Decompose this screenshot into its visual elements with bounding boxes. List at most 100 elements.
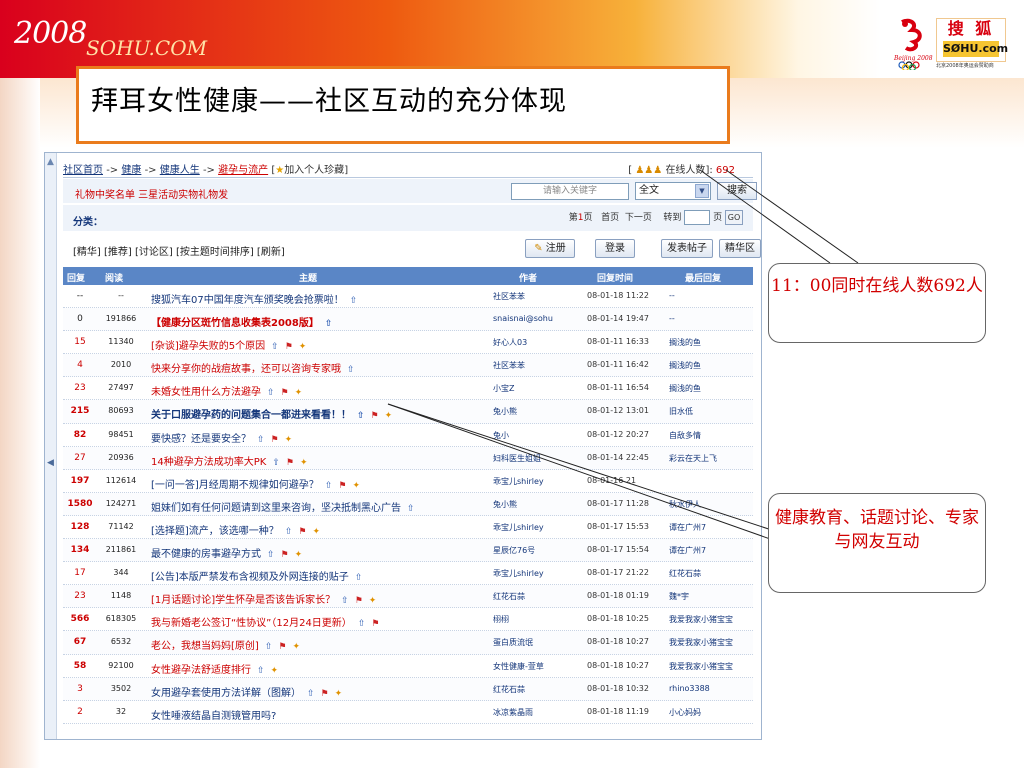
- header-read[interactable]: 阅读: [105, 271, 123, 284]
- topic-title[interactable]: 要快感？还是要安全？ ⇧ ⚑ ✦: [151, 430, 292, 445]
- author[interactable]: 乖宝儿shirley: [493, 476, 544, 487]
- author[interactable]: 好心人03: [493, 337, 527, 348]
- search-input[interactable]: 请输入关键字: [511, 183, 629, 200]
- last-reply[interactable]: 红花石蒜: [669, 568, 701, 579]
- author[interactable]: 女性健康-萱草: [493, 661, 544, 672]
- prize-link[interactable]: 礼物中奖名单 三星活动实物礼物发: [75, 186, 228, 201]
- topic-text[interactable]: 要快感？还是要安全？: [151, 434, 251, 445]
- author[interactable]: 红花石蒜: [493, 591, 525, 602]
- topic-text[interactable]: [公告]本版严禁发布含视频及外网连接的贴子: [151, 572, 349, 583]
- collapse-arrow-icon[interactable]: ◀: [47, 458, 54, 468]
- topic-text[interactable]: 女性唾液结晶自测镜管用吗?: [151, 711, 276, 722]
- last-reply[interactable]: --: [669, 314, 675, 323]
- topic-title[interactable]: [杂谈]避孕失败的5个原因 ⇧ ⚑ ✦: [151, 337, 306, 352]
- author[interactable]: snaisnai@sohu: [493, 314, 553, 323]
- topic-title[interactable]: 关于口服避孕药的问题集合一都进来看看！！ ⇧ ⚑ ✦: [151, 406, 392, 421]
- header-author[interactable]: 作者: [519, 271, 537, 284]
- last-reply[interactable]: 魏*宇: [669, 591, 689, 602]
- pager-first[interactable]: 首页: [601, 213, 619, 223]
- last-reply[interactable]: 小心妈妈: [669, 707, 701, 718]
- topic-text[interactable]: 【健康分区斑竹信息收集表2008版】: [151, 318, 319, 329]
- last-reply[interactable]: 旧水低: [669, 406, 693, 417]
- search-scope-select[interactable]: 全文 ▼: [635, 182, 711, 200]
- breadcrumb-home[interactable]: 社区首页: [63, 165, 103, 176]
- digest-button[interactable]: 精华区: [719, 239, 761, 258]
- last-reply[interactable]: 秋水伊人: [669, 499, 701, 510]
- topic-text[interactable]: 快来分享你的战痘故事，还可以咨询专家哦: [151, 364, 341, 375]
- topic-title[interactable]: [一问一答]月经周期不规律如何避孕？ ⇧ ⚑ ✦: [151, 476, 360, 491]
- author[interactable]: 蛋白质流氓: [493, 637, 533, 648]
- topic-title[interactable]: 女性唾液结晶自测镜管用吗?: [151, 707, 276, 722]
- topic-text[interactable]: 姐妹们如有任何问题请到这里来咨询，坚决抵制黑心广告: [151, 503, 401, 514]
- search-button[interactable]: 搜索: [717, 182, 757, 200]
- topic-text[interactable]: 关于口服避孕药的问题集合一都进来看看！！: [151, 410, 351, 421]
- topic-title[interactable]: 老公，我想当妈妈[原创] ⇧ ⚑ ✦: [151, 637, 300, 652]
- breadcrumb-life[interactable]: 健康人生: [160, 165, 200, 176]
- topic-text[interactable]: 老公，我想当妈妈[原创]: [151, 641, 259, 652]
- topic-title[interactable]: 姐妹们如有任何问题请到这里来咨询，坚决抵制黑心广告 ⇧: [151, 499, 415, 514]
- last-reply[interactable]: 搁浅的鱼: [669, 383, 701, 394]
- last-reply[interactable]: 搁浅的鱼: [669, 360, 701, 371]
- topic-title[interactable]: [公告]本版严禁发布含视频及外网连接的贴子 ⇧: [151, 568, 362, 583]
- topic-text[interactable]: 女性避孕法舒适度排行: [151, 665, 251, 676]
- topic-text[interactable]: [1月话题讨论]学生怀孕是否该告诉家长？: [151, 595, 335, 606]
- last-reply[interactable]: 谭在广州7: [669, 522, 706, 533]
- topic-text[interactable]: [选择题]流产，该选哪一种？: [151, 526, 279, 537]
- topic-text[interactable]: 我与新婚老公签订“性协议”（12月24日更新）: [151, 618, 352, 629]
- author[interactable]: 兔小熊: [493, 406, 517, 417]
- pager-next[interactable]: 下一页: [625, 213, 652, 223]
- author[interactable]: 妇科医生姐姐: [493, 453, 541, 464]
- topic-title[interactable]: 14种避孕方法成功率大PK ⇧ ⚑ ✦: [151, 453, 307, 468]
- topic-title[interactable]: 搜狐汽车07中国年度汽车颁奖晚会抢票啦！ ⇧: [151, 291, 357, 306]
- last-reply[interactable]: 谭在广州7: [669, 545, 706, 556]
- author[interactable]: 星辰亿76号: [493, 545, 535, 556]
- left-scrollbar[interactable]: ▲ ◀: [45, 153, 57, 739]
- author[interactable]: 栩栩: [493, 614, 509, 625]
- author[interactable]: 社区苯苯: [493, 291, 525, 302]
- chevron-down-icon[interactable]: ▼: [695, 184, 709, 198]
- last-reply[interactable]: 搁浅的鱼: [669, 337, 701, 348]
- topic-text[interactable]: 搜狐汽车07中国年度汽车颁奖晚会抢票啦！: [151, 295, 344, 306]
- author[interactable]: 乖宝儿shirley: [493, 522, 544, 533]
- author[interactable]: 乖宝儿shirley: [493, 568, 544, 579]
- header-reply-time[interactable]: 回复时间: [597, 271, 633, 284]
- last-reply[interactable]: 我爱我家小猪宝宝: [669, 637, 733, 648]
- scroll-arrow-icon[interactable]: ▲: [47, 157, 54, 167]
- last-reply[interactable]: 自敌多情: [669, 430, 701, 441]
- author[interactable]: 红花石蒜: [493, 684, 525, 695]
- header-reply[interactable]: 回复: [67, 271, 85, 284]
- author[interactable]: 冰凉紫晶雨: [493, 707, 533, 718]
- author[interactable]: 兔小熊: [493, 499, 517, 510]
- topic-title[interactable]: 【健康分区斑竹信息收集表2008版】 ⇧: [151, 314, 332, 329]
- login-button[interactable]: 登录: [595, 239, 635, 258]
- topic-text[interactable]: 14种避孕方法成功率大PK: [151, 457, 266, 468]
- last-reply[interactable]: 我爱我家小猪宝宝: [669, 661, 733, 672]
- filter-links[interactable]: [精华] [推荐] [讨论区] [按主题时间排序] [刷新]: [73, 243, 285, 258]
- breadcrumb-board[interactable]: 避孕与流产: [218, 165, 268, 176]
- header-topic[interactable]: 主题: [299, 271, 317, 284]
- topic-text[interactable]: 未婚女性用什么方法避孕: [151, 387, 261, 398]
- topic-title[interactable]: [选择题]流产，该选哪一种？ ⇧ ⚑ ✦: [151, 522, 320, 537]
- topic-text[interactable]: [一问一答]月经周期不规律如何避孕？: [151, 480, 319, 491]
- header-last-reply[interactable]: 最后回复: [685, 271, 721, 284]
- new-post-button[interactable]: 发表帖子: [661, 239, 713, 258]
- topic-text[interactable]: 最不健康的房事避孕方式: [151, 549, 261, 560]
- go-button[interactable]: GO: [725, 210, 743, 225]
- author[interactable]: 兔小: [493, 430, 509, 441]
- topic-text[interactable]: 女用避孕套使用方法详解（图解）: [151, 688, 301, 699]
- author[interactable]: 社区苯苯: [493, 360, 525, 371]
- register-button[interactable]: ✎ 注册: [525, 239, 575, 258]
- last-reply[interactable]: rhino3388: [669, 684, 710, 693]
- topic-text[interactable]: [杂谈]避孕失败的5个原因: [151, 341, 265, 352]
- author[interactable]: 小宝Z: [493, 383, 514, 394]
- topic-title[interactable]: 快来分享你的战痘故事，还可以咨询专家哦 ⇧: [151, 360, 355, 375]
- breadcrumb-health[interactable]: 健康: [121, 165, 141, 176]
- add-favorite-link[interactable]: 加入个人珍藏: [284, 165, 344, 176]
- topic-title[interactable]: 女用避孕套使用方法详解（图解） ⇧ ⚑ ✦: [151, 684, 342, 699]
- topic-title[interactable]: 最不健康的房事避孕方式 ⇧ ⚑ ✦: [151, 545, 302, 560]
- last-reply[interactable]: 彩云在天上飞: [669, 453, 717, 464]
- last-reply[interactable]: 我爱我家小猪宝宝: [669, 614, 733, 625]
- topic-title[interactable]: 未婚女性用什么方法避孕 ⇧ ⚑ ✦: [151, 383, 302, 398]
- topic-title[interactable]: 女性避孕法舒适度排行 ⇧ ✦: [151, 661, 278, 676]
- topic-title[interactable]: [1月话题讨论]学生怀孕是否该告诉家长？ ⇧ ⚑ ✦: [151, 591, 376, 606]
